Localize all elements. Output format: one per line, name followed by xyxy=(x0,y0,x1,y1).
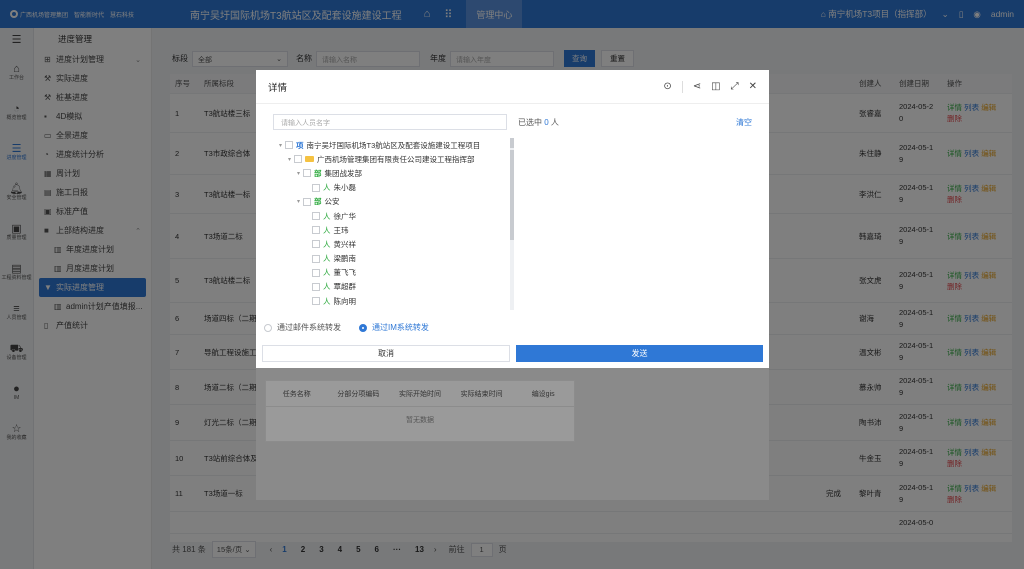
tree-node-label: 集团战发部 xyxy=(324,168,363,178)
checkbox[interactable] xyxy=(294,155,302,164)
tree-scrollbar[interactable] xyxy=(510,138,514,310)
expand-arrow-icon[interactable]: ▾ xyxy=(285,156,294,163)
checkbox[interactable] xyxy=(312,226,320,235)
forward-method: 通过邮件系统转发 通过IM系统转发 xyxy=(264,322,429,333)
checkbox[interactable] xyxy=(312,282,320,291)
project-icon: 项 xyxy=(296,140,304,150)
modal-footer: 取消 发送 xyxy=(262,345,763,362)
background-subtable: 任务名称 分部分项编码 实际开始时间 实际结束时间 编设gis 暂无数据 xyxy=(265,380,575,442)
checkbox[interactable] xyxy=(312,254,320,263)
tree-node-project[interactable]: ▾ 项南宁吴圩国际机场T3航站区及配套设施建设工程项目 xyxy=(276,138,508,152)
details-modal: 详情 ⊙ ⋖ ◫ ⤢ ✕ 请输入人员名字 已选中 0 人 清空 ▾ 项南宁吴圩国际… xyxy=(256,70,769,368)
radio-label: 通过IM系统转发 xyxy=(372,323,429,332)
user-icon: 人 xyxy=(323,254,331,264)
tree-node-user[interactable]: 人陈向明 xyxy=(276,294,508,308)
tree-node-label: 公安 xyxy=(324,197,340,207)
modal-header: 详情 ⊙ ⋖ ◫ ⤢ ✕ xyxy=(256,70,769,104)
subtable-col: 实际结束时间 xyxy=(460,390,503,398)
user-icon: 人 xyxy=(323,183,331,193)
tree-node-label: 覃超群 xyxy=(333,282,357,292)
tree-node-folder[interactable]: ▾ 广西机场管理集团有限责任公司建设工程指挥部 xyxy=(276,152,508,166)
divider xyxy=(681,80,683,93)
tree-node-label: 梁鹏南 xyxy=(333,254,357,264)
tree-node-user[interactable]: 人黄兴祥 xyxy=(276,237,508,251)
person-search-input[interactable]: 请输入人员名字 xyxy=(273,114,507,130)
radio-im[interactable]: 通过IM系统转发 xyxy=(359,322,429,333)
tree-node-user[interactable]: 人蒋勇 xyxy=(276,308,508,310)
selected-prefix: 已选中 xyxy=(518,118,542,127)
user-icon: 人 xyxy=(323,239,331,249)
checkbox[interactable] xyxy=(303,197,311,206)
department-icon: 部 xyxy=(314,168,322,178)
checkbox[interactable] xyxy=(312,268,320,277)
cancel-button[interactable]: 取消 xyxy=(262,345,510,362)
subtable-col: 分部分项编码 xyxy=(337,390,380,398)
tree-node-label: 南宁吴圩国际机场T3航站区及配套设施建设工程项目 xyxy=(306,140,481,150)
empty-text: 暂无数据 xyxy=(406,417,434,424)
tree-node-label: 朱小磊 xyxy=(333,183,357,193)
subtable-col: 任务名称 xyxy=(282,390,311,398)
clear-button[interactable]: 清空 xyxy=(736,117,752,128)
share-icon[interactable]: ⋖ xyxy=(693,81,701,92)
radio-label: 通过邮件系统转发 xyxy=(277,323,341,332)
tree-node-label: 黄兴祥 xyxy=(333,239,357,249)
checkbox[interactable] xyxy=(312,212,320,221)
folder-icon xyxy=(305,156,314,163)
subtable-col: 实际开始时间 xyxy=(398,390,441,398)
radio-dot xyxy=(359,323,367,332)
maximize-icon[interactable]: ⤢ xyxy=(731,81,739,92)
tree-node-label: 广西机场管理集团有限责任公司建设工程指挥部 xyxy=(317,154,475,164)
checkbox[interactable] xyxy=(303,169,311,178)
org-tree: ▾ 项南宁吴圩国际机场T3航站区及配套设施建设工程项目 ▾ 广西机场管理集团有限责任公… xyxy=(276,138,508,310)
modal-title: 详情 xyxy=(268,82,288,94)
user-icon: 人 xyxy=(323,268,331,278)
radio-dot xyxy=(264,323,272,332)
user-icon: 人 xyxy=(323,225,331,235)
tree-node-label: 董飞飞 xyxy=(333,268,357,278)
tree-node-label: 陈向明 xyxy=(333,296,357,306)
split-view-icon[interactable]: ◫ xyxy=(711,81,720,92)
radio-email[interactable]: 通过邮件系统转发 xyxy=(264,322,341,333)
selected-count: 已选中 0 人 xyxy=(518,117,559,128)
tree-node-user[interactable]: 人朱小磊 xyxy=(276,181,508,195)
department-icon: 部 xyxy=(314,197,322,207)
subtable-header: 任务名称 分部分项编码 实际开始时间 实际结束时间 编设gis xyxy=(266,381,574,407)
selected-suffix: 人 xyxy=(550,118,559,127)
scroll-arrow[interactable] xyxy=(510,138,514,148)
user-icon: 人 xyxy=(323,211,331,221)
subtable-col: 编设gis xyxy=(531,390,555,398)
tree-node-dept[interactable]: ▾ 部公安 xyxy=(276,195,508,209)
expand-arrow-icon[interactable]: ▾ xyxy=(294,198,303,205)
tree-node-label: 王玮 xyxy=(333,225,349,235)
expand-arrow-icon[interactable]: ▾ xyxy=(276,142,285,149)
tree-node-user[interactable]: 人王玮 xyxy=(276,223,508,237)
tree-node-user[interactable]: 人覃超群 xyxy=(276,280,508,294)
send-button[interactable]: 发送 xyxy=(516,345,763,362)
close-icon[interactable]: ✕ xyxy=(749,81,757,92)
tree-node-user[interactable]: 人徐广华 xyxy=(276,209,508,223)
user-icon: 人 xyxy=(323,296,331,306)
checkbox[interactable] xyxy=(285,141,293,150)
selected-number: 0 xyxy=(544,118,549,127)
checkbox[interactable] xyxy=(312,240,320,249)
scroll-thumb[interactable] xyxy=(510,150,514,240)
checkbox[interactable] xyxy=(312,183,320,192)
user-icon: 人 xyxy=(323,282,331,292)
expand-arrow-icon[interactable]: ▾ xyxy=(294,170,303,177)
tree-node-label: 徐广华 xyxy=(333,211,357,221)
tree-node-dept[interactable]: ▾ 部集团战发部 xyxy=(276,166,508,180)
checkbox[interactable] xyxy=(312,297,320,306)
tree-node-user[interactable]: 人梁鹏南 xyxy=(276,252,508,266)
forward-icon[interactable]: ⊙ xyxy=(663,81,671,92)
tree-node-user[interactable]: 人董飞飞 xyxy=(276,266,508,280)
